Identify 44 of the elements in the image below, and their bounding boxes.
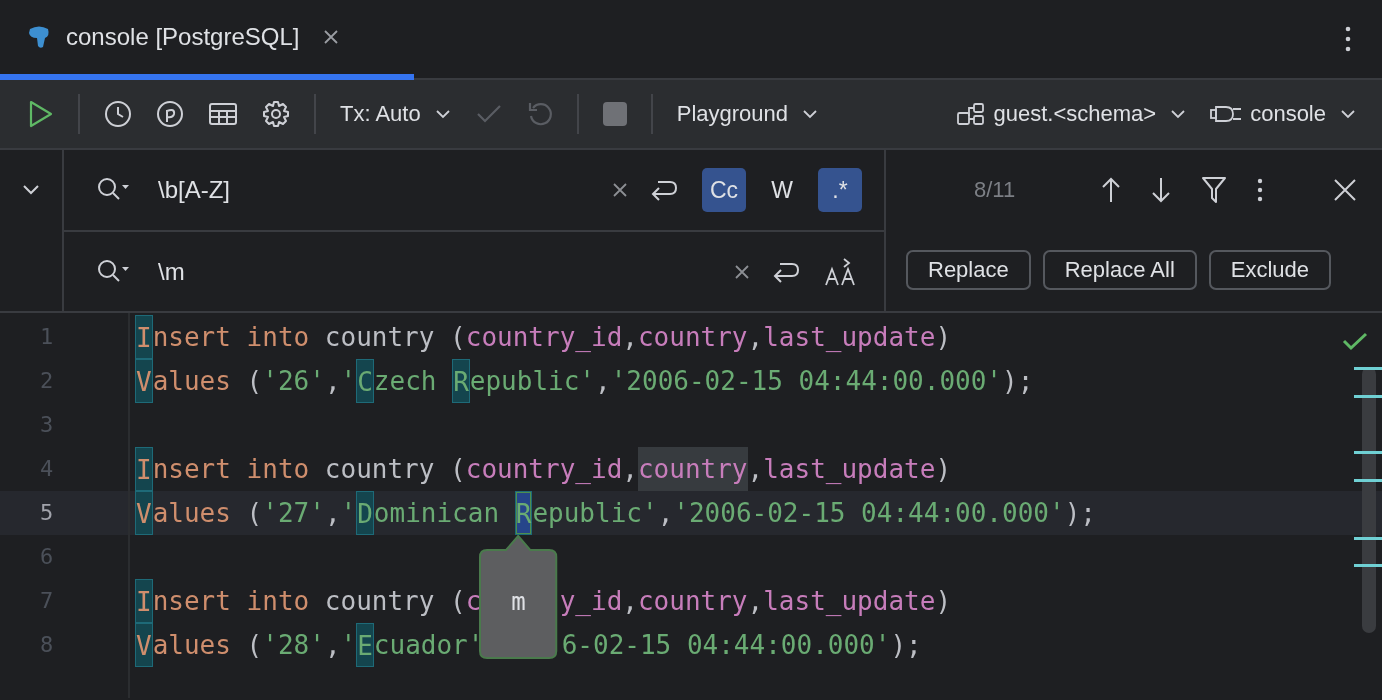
chevron-down-icon — [802, 109, 819, 119]
newline-icon[interactable] — [772, 260, 800, 284]
arrow-down-icon[interactable] — [1151, 177, 1172, 203]
newline-icon[interactable] — [650, 178, 678, 202]
replace-field[interactable]: \m — [158, 258, 720, 286]
match-count: 8/11 — [974, 177, 1016, 203]
plug-icon — [1210, 103, 1243, 125]
chevron-down-icon — [434, 109, 451, 119]
settings-icon[interactable] — [262, 100, 290, 128]
search-field[interactable]: \b[A-Z] — [158, 176, 598, 204]
more-icon[interactable] — [1257, 178, 1264, 202]
parameter-icon[interactable] — [156, 100, 184, 128]
arrow-up-icon[interactable] — [1101, 177, 1122, 203]
replacement-tooltip: m — [479, 535, 558, 659]
schema-icon — [957, 102, 986, 126]
chevron-down-icon — [1340, 109, 1356, 119]
stop-icon[interactable] — [602, 102, 627, 126]
replace-button[interactable]: Exclude — [1208, 250, 1332, 290]
line-number: 5 — [0, 491, 128, 535]
code-line: I nsert into country (country_id,country,last_update) — [135, 315, 952, 359]
check-icon — [1342, 331, 1368, 351]
collapse-chevron-icon[interactable] — [22, 184, 40, 196]
table-icon[interactable] — [208, 102, 238, 126]
close-icon[interactable] — [323, 29, 340, 45]
transaction-dropdown[interactable]: Tx: Auto — [340, 101, 451, 127]
clear-icon[interactable] — [612, 182, 628, 198]
preserve-case-icon[interactable] — [824, 257, 858, 287]
session-dropdown[interactable]: console — [1210, 101, 1356, 127]
run-icon[interactable] — [28, 100, 54, 128]
replace-button[interactable]: Replace — [906, 250, 1031, 290]
chevron-down-icon — [1170, 109, 1187, 119]
filter-icon[interactable] — [1201, 176, 1228, 204]
search-option-toggle[interactable]: .* — [818, 168, 862, 212]
close-icon[interactable] — [1333, 178, 1358, 202]
playground-dropdown[interactable]: Playground — [676, 101, 819, 127]
clear-icon[interactable] — [734, 264, 750, 280]
schema-dropdown[interactable]: guest.<schema> — [957, 101, 1187, 127]
scrollbar[interactable] — [1362, 367, 1376, 633]
search-option-toggle[interactable]: Cc — [702, 168, 746, 212]
history-icon[interactable] — [104, 100, 132, 128]
replace-button[interactable]: Replace All — [1042, 250, 1197, 290]
code-line: Values ('26','Czech Republic','2006-02-15 04:44:00.000'); — [135, 359, 1034, 403]
search-option-toggle[interactable]: W — [760, 168, 804, 212]
more-icon[interactable] — [1344, 26, 1352, 52]
